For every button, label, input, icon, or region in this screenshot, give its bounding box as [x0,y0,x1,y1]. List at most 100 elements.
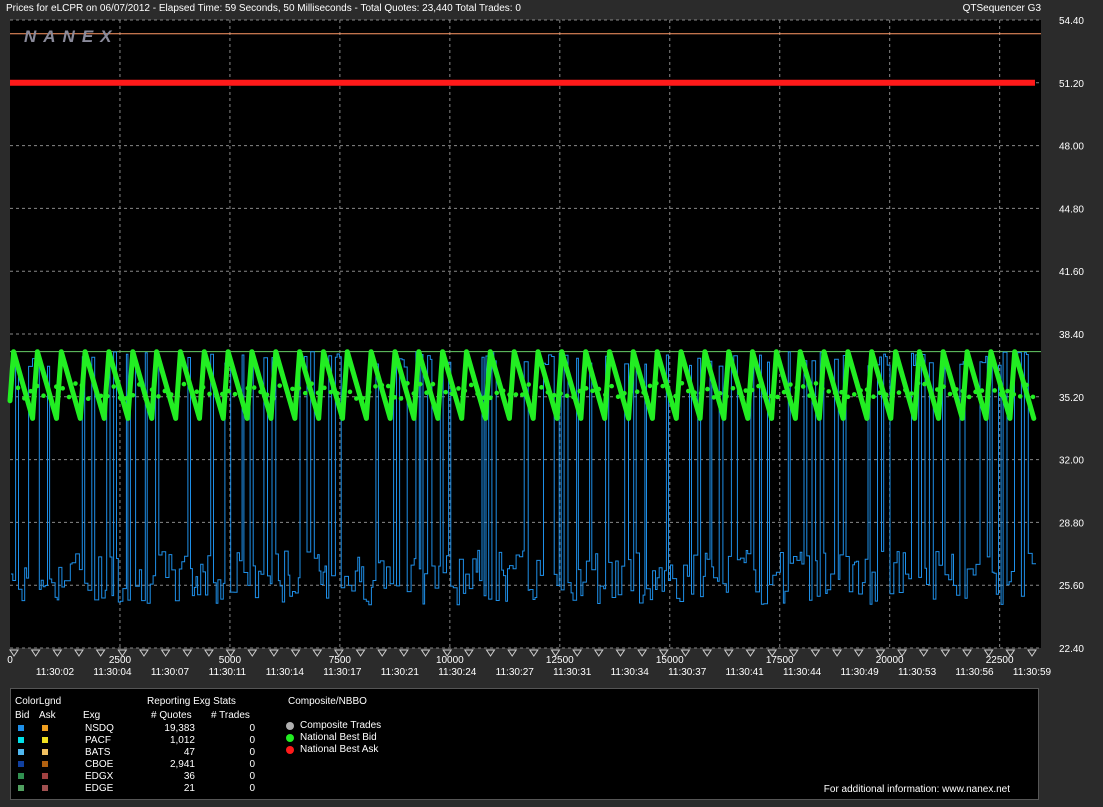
bid-point [188,385,193,390]
bid-point [239,395,244,401]
bid-point [462,388,468,394]
bid-color-swatch [17,748,25,756]
x-seq-tick-label: 17500 [766,655,794,666]
bid-point [545,390,551,395]
y-tick-label: 32.00 [1059,456,1084,467]
bid-point [590,388,595,394]
bid-point [398,396,404,401]
bid-point [315,390,321,396]
exchange-quote-count: 36 [183,771,195,782]
bid-point [488,395,493,401]
bid-point [807,393,812,398]
ask-color-swatch [41,760,49,768]
x-time-tick-label: 11:30:02 [36,667,75,678]
x-time-tick-label: 11:30:59 [1013,667,1052,678]
bid-point [1030,394,1036,400]
bid-point [54,384,59,389]
bid-point [379,382,385,388]
y-tick-label: 38.40 [1059,330,1084,341]
time-marker [290,649,301,657]
bid-column-header: Bid [15,710,30,721]
x-seq-tick-label: 12500 [546,655,574,666]
time-marker [485,649,496,657]
bid-point [277,383,283,388]
bid-point [775,394,780,400]
bid-point [360,395,366,401]
bid-point [194,389,200,395]
time-marker [160,649,171,657]
time-marker [507,649,518,657]
bid-point [877,390,883,396]
composite-title: Composite/NBBO [288,696,367,707]
exchange-quote-count: 47 [183,747,195,758]
time-marker [420,649,431,657]
y-tick-label: 25.60 [1059,581,1084,592]
bid-point [309,381,314,387]
bid-point [385,383,391,389]
bid-point [826,389,832,394]
bid-point [226,388,231,394]
x-seq-tick-label: 10000 [436,655,464,666]
bid-point [896,390,902,395]
bid-point [724,394,729,399]
bid-point [979,388,985,393]
composite-dot [286,746,294,754]
bid-point [15,385,21,391]
bid-point [430,381,436,387]
exchange-column-header: Exg [83,710,101,721]
bid-point [698,390,704,396]
bid-point [66,394,72,400]
bid-point [539,385,544,390]
exchange-quote-count: 19,383 [164,723,195,734]
bid-point [526,382,531,387]
x-time-tick-label: 11:30:17 [323,667,362,678]
bid-point [513,392,519,397]
bid-point [494,390,500,396]
bid-point [130,392,136,398]
bid-point [883,392,889,398]
nanex-logo: NANEX [24,27,119,46]
exchange-trade-count: 0 [249,723,255,734]
x-time-tick-label: 11:30:11 [209,667,247,678]
bid-point [673,393,678,399]
bid-point [947,391,953,397]
bid-point [845,394,851,400]
bid-point [737,390,742,396]
bid-point [743,388,749,393]
bid-point [692,390,697,395]
exchange-trade-count: 0 [249,783,255,794]
bid-point [532,389,538,395]
time-marker [962,649,972,657]
bid-point [1011,392,1017,397]
time-marker [398,649,409,657]
bid-point [334,391,340,396]
composite-label: National Best Bid [300,732,377,743]
bid-point [1017,394,1023,399]
bid-point [666,390,672,396]
exchange-name: CBOE [85,759,114,770]
x-time-tick-label: 11:30:53 [898,667,937,678]
bid-point [373,384,378,389]
time-marker [139,649,149,657]
bid-point [749,387,755,393]
bid-point [500,388,506,394]
bid-point [1024,382,1029,388]
bid-point [615,394,621,399]
bid-point [328,389,334,395]
quotes-column-header: # Quotes [151,710,192,721]
exchange-quote-count: 21 [183,783,195,794]
x-time-tick-label: 11:30:49 [840,667,879,678]
ask-color-swatch [41,736,49,744]
exchange-quote-count: 2,941 [169,759,195,770]
bid-point [794,385,800,391]
time-marker [1027,649,1037,657]
bid-point [22,396,27,401]
legend-panel: ColorLgnd Bid Ask Reporting Exg Stats Ex… [10,688,1039,800]
exchange-quote-count: 1,012 [169,735,195,746]
x-seq-tick-label: 20000 [876,655,904,666]
bid-point [92,383,97,388]
footer-note: For additional information: www.nanex.ne… [823,784,1010,795]
exchange-name: NSDQ [85,723,114,734]
bid-point [954,387,959,392]
x-time-tick-label: 11:30:56 [955,667,994,678]
